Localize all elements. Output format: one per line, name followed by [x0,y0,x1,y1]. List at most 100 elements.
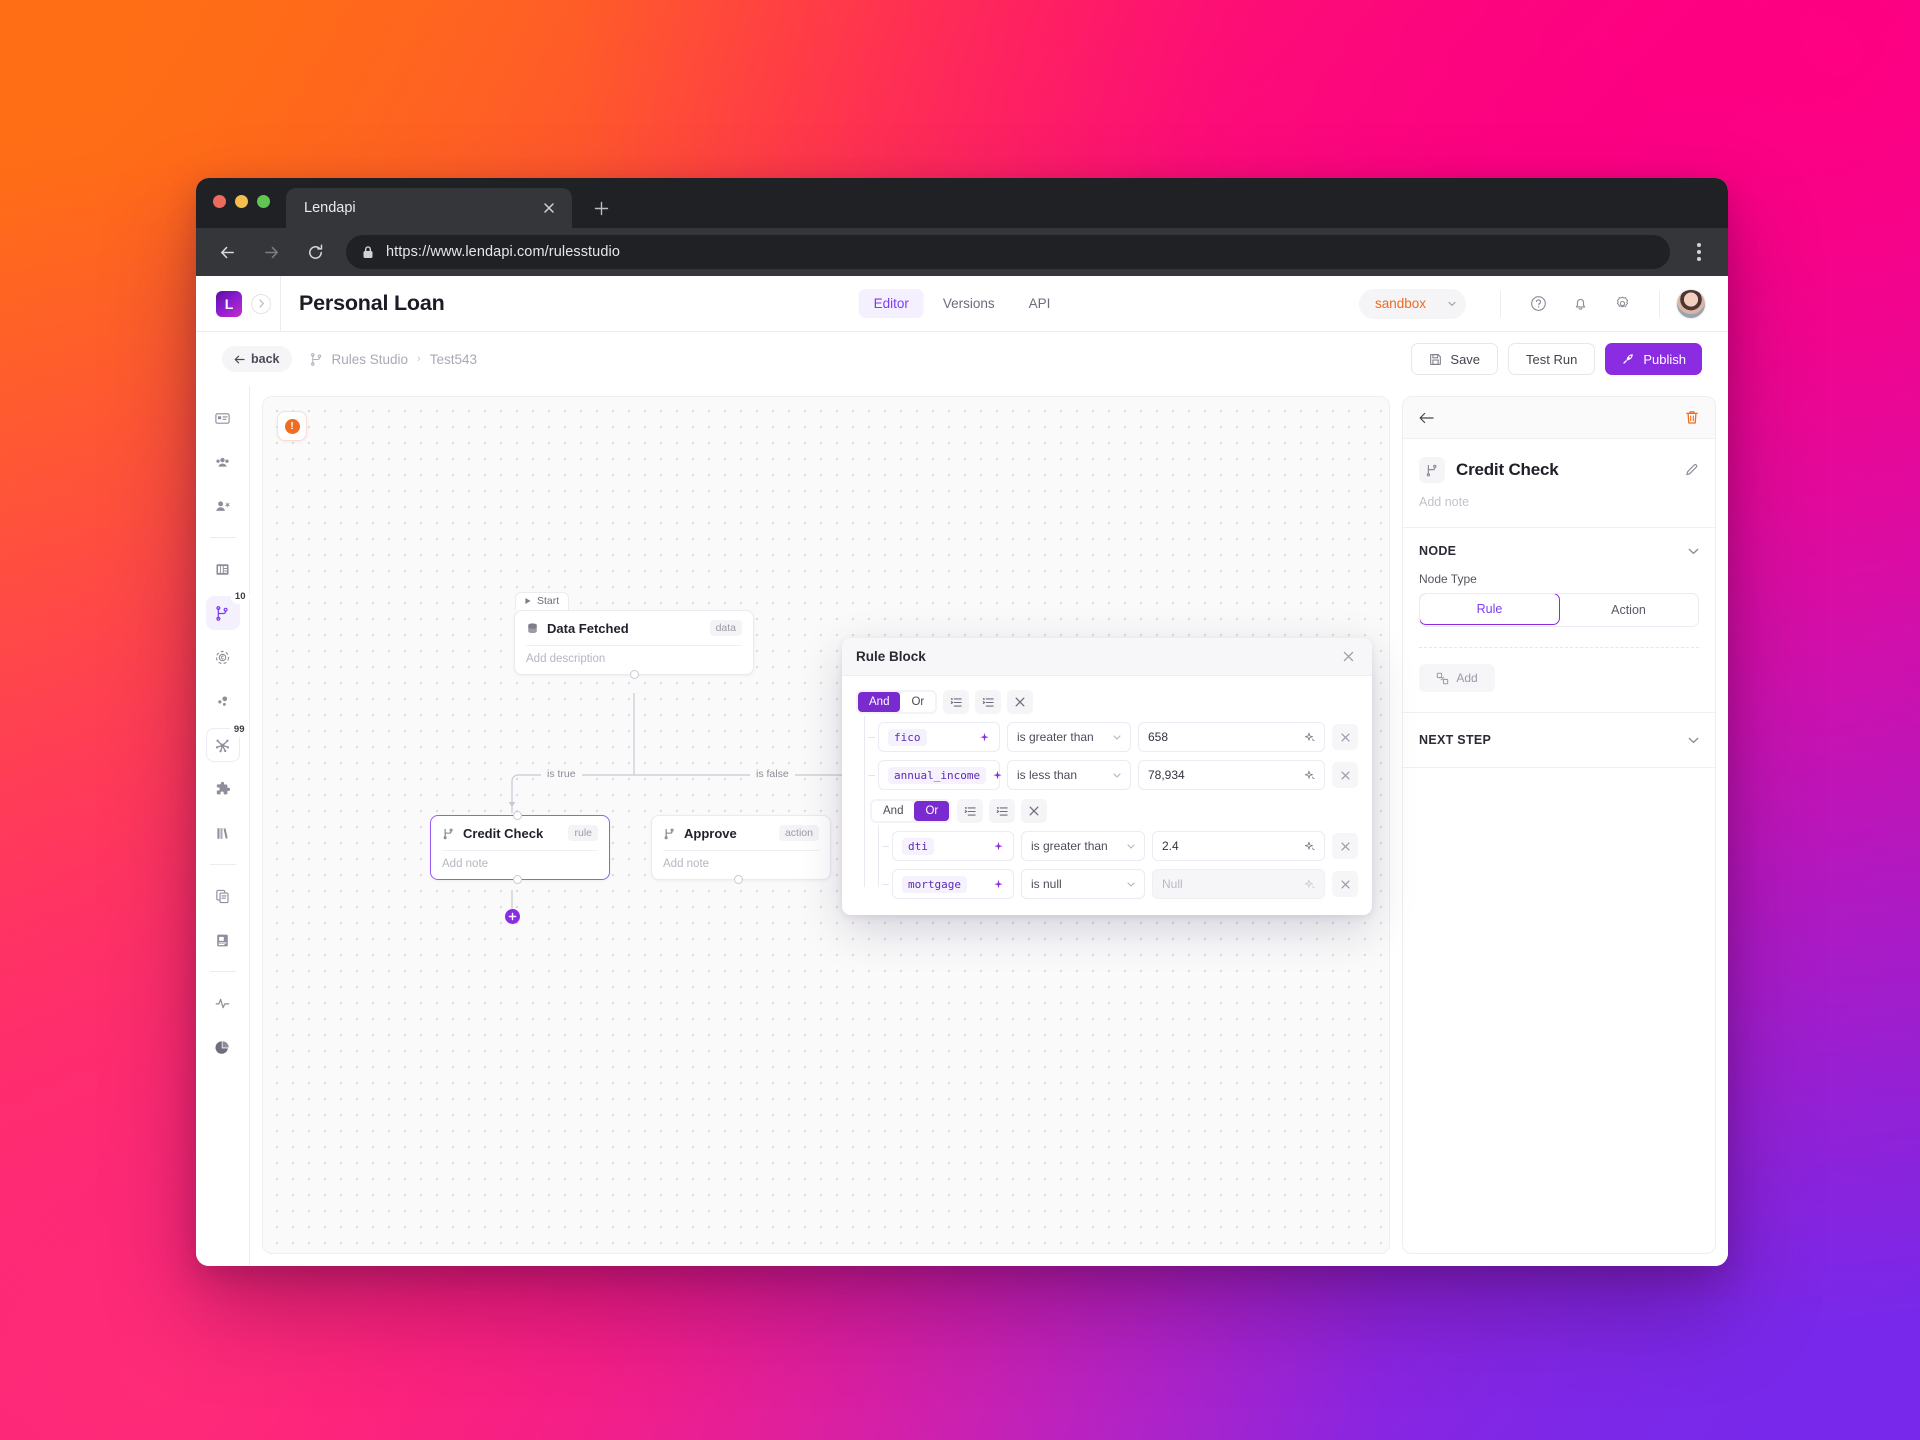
tab-api[interactable]: API [1014,289,1066,318]
app-logo[interactable]: L [216,290,242,317]
operator-and[interactable]: And [858,692,901,712]
value-input[interactable]: 2.4 [1152,831,1325,861]
operator-and[interactable]: And [872,801,915,821]
operator-or[interactable]: Or [900,692,936,712]
close-window-button[interactable] [213,195,226,208]
operator-selector[interactable]: is less than [1007,760,1131,790]
inspector-node-section-header[interactable]: NODE [1403,528,1715,558]
chevron-down-icon[interactable] [1688,737,1699,744]
sparkle-icon[interactable] [1304,841,1315,852]
save-button[interactable]: Save [1411,343,1499,375]
pencil-icon[interactable] [1685,463,1699,477]
sidebar-item-decisions[interactable] [206,640,240,674]
node-credit-check[interactable]: Credit Check rule Add note [430,811,610,884]
close-icon[interactable] [1338,647,1358,667]
field-selector[interactable]: dti [892,831,1014,861]
node-data-fetched[interactable]: Start Data Fetched data Add description [514,592,754,679]
plus-icon[interactable] [584,191,618,225]
sidebar-item-data-points[interactable] [206,684,240,718]
operator-selector[interactable]: is greater than [1021,831,1145,861]
add-node-button[interactable] [505,909,520,924]
minimize-window-button[interactable] [235,195,248,208]
sparkle-icon[interactable] [993,841,1004,852]
value-input[interactable]: 78,934 [1138,760,1325,790]
trash-icon[interactable] [1685,410,1699,425]
kebab-menu-icon[interactable] [1682,235,1716,269]
tab-versions[interactable]: Versions [928,289,1010,318]
gear-icon[interactable] [1607,289,1637,319]
remove-condition-button[interactable] [1332,762,1358,788]
node-output-port[interactable] [734,875,743,884]
sparkle-icon[interactable] [979,732,990,743]
sparkle-icon[interactable] [992,770,1003,781]
indent-add-icon[interactable] [957,799,984,823]
page-title: Personal Loan [299,291,445,315]
sidebar-item-documents[interactable] [206,923,240,957]
and-or-toggle[interactable]: And Or [856,690,938,714]
database-icon [526,622,539,635]
sidebar-item-tables[interactable] [206,552,240,586]
chevron-down-icon[interactable] [1688,548,1699,555]
url-bar[interactable]: https://www.lendapi.com/rulesstudio [346,235,1670,269]
chevron-right-icon[interactable] [251,293,271,314]
node-output-port[interactable] [513,875,522,884]
field-selector[interactable]: annual_income [878,760,1003,790]
close-icon[interactable] [538,197,560,219]
avatar[interactable] [1676,288,1706,319]
remove-icon[interactable] [1021,799,1048,823]
inspector-note-input[interactable]: Add note [1403,483,1715,528]
rail-divider-2 [209,864,236,865]
breadcrumb-root[interactable]: Rules Studio [332,352,409,367]
node-input-port[interactable] [513,811,522,820]
sidebar-item-integrations[interactable]: 99 [205,723,249,762]
indent-group-icon[interactable] [989,799,1016,823]
sparkle-icon[interactable] [993,879,1004,890]
test-run-button[interactable]: Test Run [1508,343,1596,375]
sparkle-icon[interactable] [1304,770,1315,781]
remove-icon[interactable] [1007,690,1034,714]
remove-condition-button[interactable] [1332,724,1358,750]
sidebar-item-monitoring[interactable] [206,986,240,1020]
operator-selector[interactable]: is greater than [1007,722,1131,752]
indent-add-icon[interactable] [943,690,970,714]
operator-selector[interactable]: is null [1021,869,1145,899]
arrow-left-icon[interactable] [1419,412,1434,424]
maximize-window-button[interactable] [257,195,270,208]
sidebar-item-rules-studio[interactable]: 10 [205,590,250,630]
sidebar-item-plugins[interactable] [206,772,240,806]
sidebar-item-reports[interactable] [206,1030,240,1064]
node-start-flag: Start [515,592,570,610]
sidebar-item-customers[interactable] [206,445,240,479]
environment-selector[interactable]: sandbox [1358,288,1466,319]
arrow-left-icon[interactable] [208,233,246,271]
remove-condition-button[interactable] [1332,871,1358,897]
field-selector[interactable]: fico [878,722,1000,752]
browser-tab[interactable]: Lendapi [286,188,572,228]
sidebar-item-applications[interactable] [206,401,240,435]
sparkle-icon[interactable] [1304,732,1315,743]
tab-editor[interactable]: Editor [858,289,924,318]
node-output-port[interactable] [630,670,639,679]
reload-icon[interactable] [296,233,334,271]
node-approve[interactable]: Approve action Add note [651,811,861,884]
sidebar-item-add-user[interactable] [206,489,240,523]
edge-label-is-true: is true [541,768,582,780]
inspector-next-step-section[interactable]: NEXT STEP [1403,713,1715,768]
node-type-rule[interactable]: Rule [1420,594,1560,625]
indent-group-icon[interactable] [975,690,1002,714]
value-input[interactable]: Null [1152,869,1325,899]
help-icon[interactable] [1523,289,1553,319]
value-input[interactable]: 658 [1138,722,1325,752]
publish-button[interactable]: Publish [1605,343,1702,375]
add-button[interactable]: Add [1419,664,1495,692]
field-selector[interactable]: mortgage [892,869,1014,899]
and-or-toggle[interactable]: And Or [870,799,952,823]
arrow-right-icon[interactable] [252,233,290,271]
sidebar-item-copies[interactable] [206,879,240,913]
remove-condition-button[interactable] [1332,833,1358,859]
bell-icon[interactable] [1565,289,1595,319]
sidebar-item-library[interactable] [206,816,240,850]
operator-or[interactable]: Or [914,801,950,821]
back-button[interactable]: back [222,346,292,372]
node-type-action[interactable]: Action [1559,594,1698,626]
